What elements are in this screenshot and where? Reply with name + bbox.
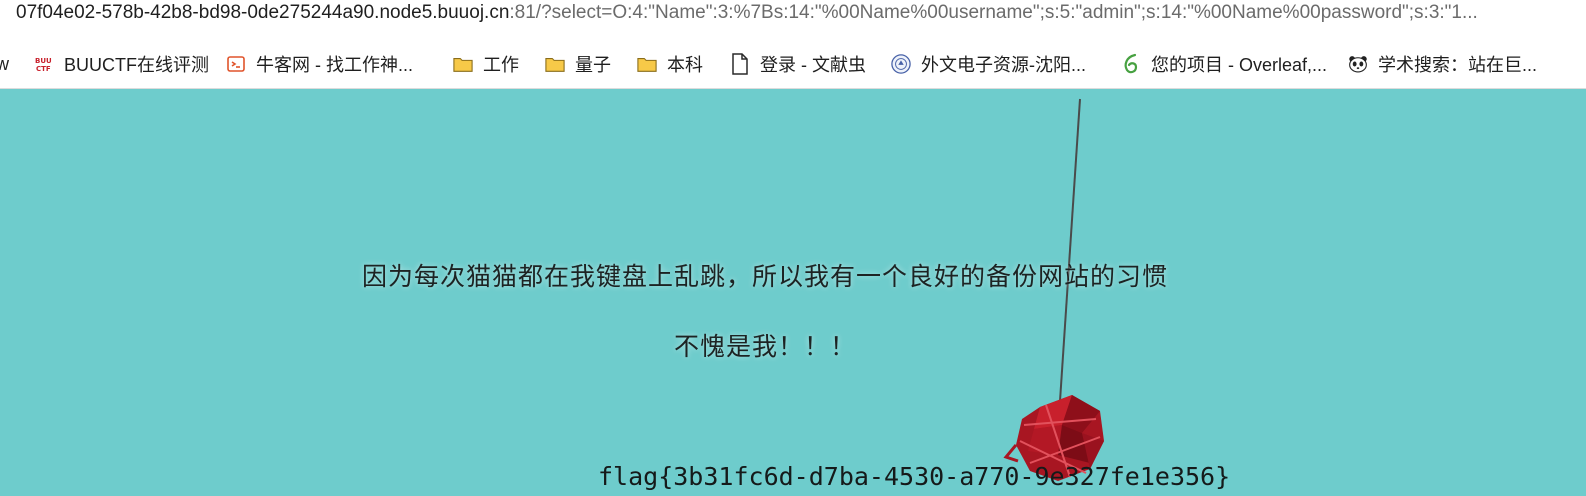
svg-text:BUU: BUU — [35, 57, 52, 65]
url-host: 07f04e02-578b-42b8-bd98-0de275244a90.nod… — [16, 2, 510, 23]
bookmark-buuctf[interactable]: BUU CTF BUUCTF在线评测 — [34, 50, 209, 78]
university-seal-icon — [891, 54, 911, 74]
folder-icon — [637, 54, 657, 74]
bookmark-scholar[interactable]: 学术搜索：站在巨... — [1348, 50, 1537, 78]
page-message-line-2: 不愧是我！！！ — [673, 332, 856, 361]
bookmark-label: BUUCTF在线评测 — [64, 55, 209, 75]
bookmark-label: 工作 — [483, 55, 519, 75]
bookmark-label: 牛客网 - 找工作神... — [256, 55, 413, 75]
url-path: :81/?select=O:4:"Name":3:%7Bs:14:"%00Nam… — [509, 2, 1478, 23]
bookmarks-bar: w BUU CTF BUUCTF在线评测 牛客网 - 找工作神... 工作 — [0, 40, 1586, 89]
bookmark-sy-library[interactable]: 外文电子资源-沈阳... — [891, 50, 1086, 78]
bookmark-item[interactable]: w — [0, 50, 9, 78]
folder-icon — [545, 54, 565, 74]
bookmark-folder-undergrad[interactable]: 本科 — [637, 50, 703, 78]
bookmark-label: 学术搜索：站在巨... — [1378, 55, 1538, 75]
bookmark-label: 登录 - 文献虫 — [760, 55, 866, 75]
page-content: 因为每次猫猫都在我键盘上乱跳，所以我有一个良好的备份网站的习惯 不愧是我！！！ … — [0, 89, 1586, 496]
svg-text:CTF: CTF — [36, 65, 51, 73]
document-icon — [730, 53, 750, 75]
bookmark-folder-quantum[interactable]: 量子 — [545, 50, 611, 78]
bookmark-label: 您的项目 - Overleaf,... — [1151, 55, 1328, 75]
overleaf-leaf-icon — [1121, 53, 1141, 74]
address-bar[interactable]: 07f04e02-578b-42b8-bd98-0de275244a90.nod… — [0, 0, 1586, 28]
bookmark-folder-work[interactable]: 工作 — [453, 50, 519, 78]
page-message-line-1: 因为每次猫猫都在我键盘上乱跳，所以我有一个良好的备份网站的习惯 — [361, 262, 1168, 291]
bookmark-overleaf[interactable]: 您的项目 - Overleaf,... — [1121, 50, 1327, 78]
bookmark-label: w — [0, 54, 9, 75]
folder-icon — [453, 54, 473, 74]
nowcoder-logo-icon — [226, 54, 246, 74]
bookmark-label: 量子 — [575, 55, 611, 75]
bookmark-label: 本科 — [667, 55, 703, 75]
bookmark-wenxianchong[interactable]: 登录 - 文献虫 — [730, 50, 866, 78]
flag-text: flag{3b31fc6d-d7ba-4530-a770-9e327fe1e35… — [598, 462, 1231, 491]
bookmark-label: 外文电子资源-沈阳... — [921, 55, 1086, 75]
buuctf-logo-icon: BUU CTF — [34, 54, 54, 74]
panda-icon — [1348, 54, 1368, 74]
bookmark-nowcoder[interactable]: 牛客网 - 找工作神... — [226, 50, 413, 78]
